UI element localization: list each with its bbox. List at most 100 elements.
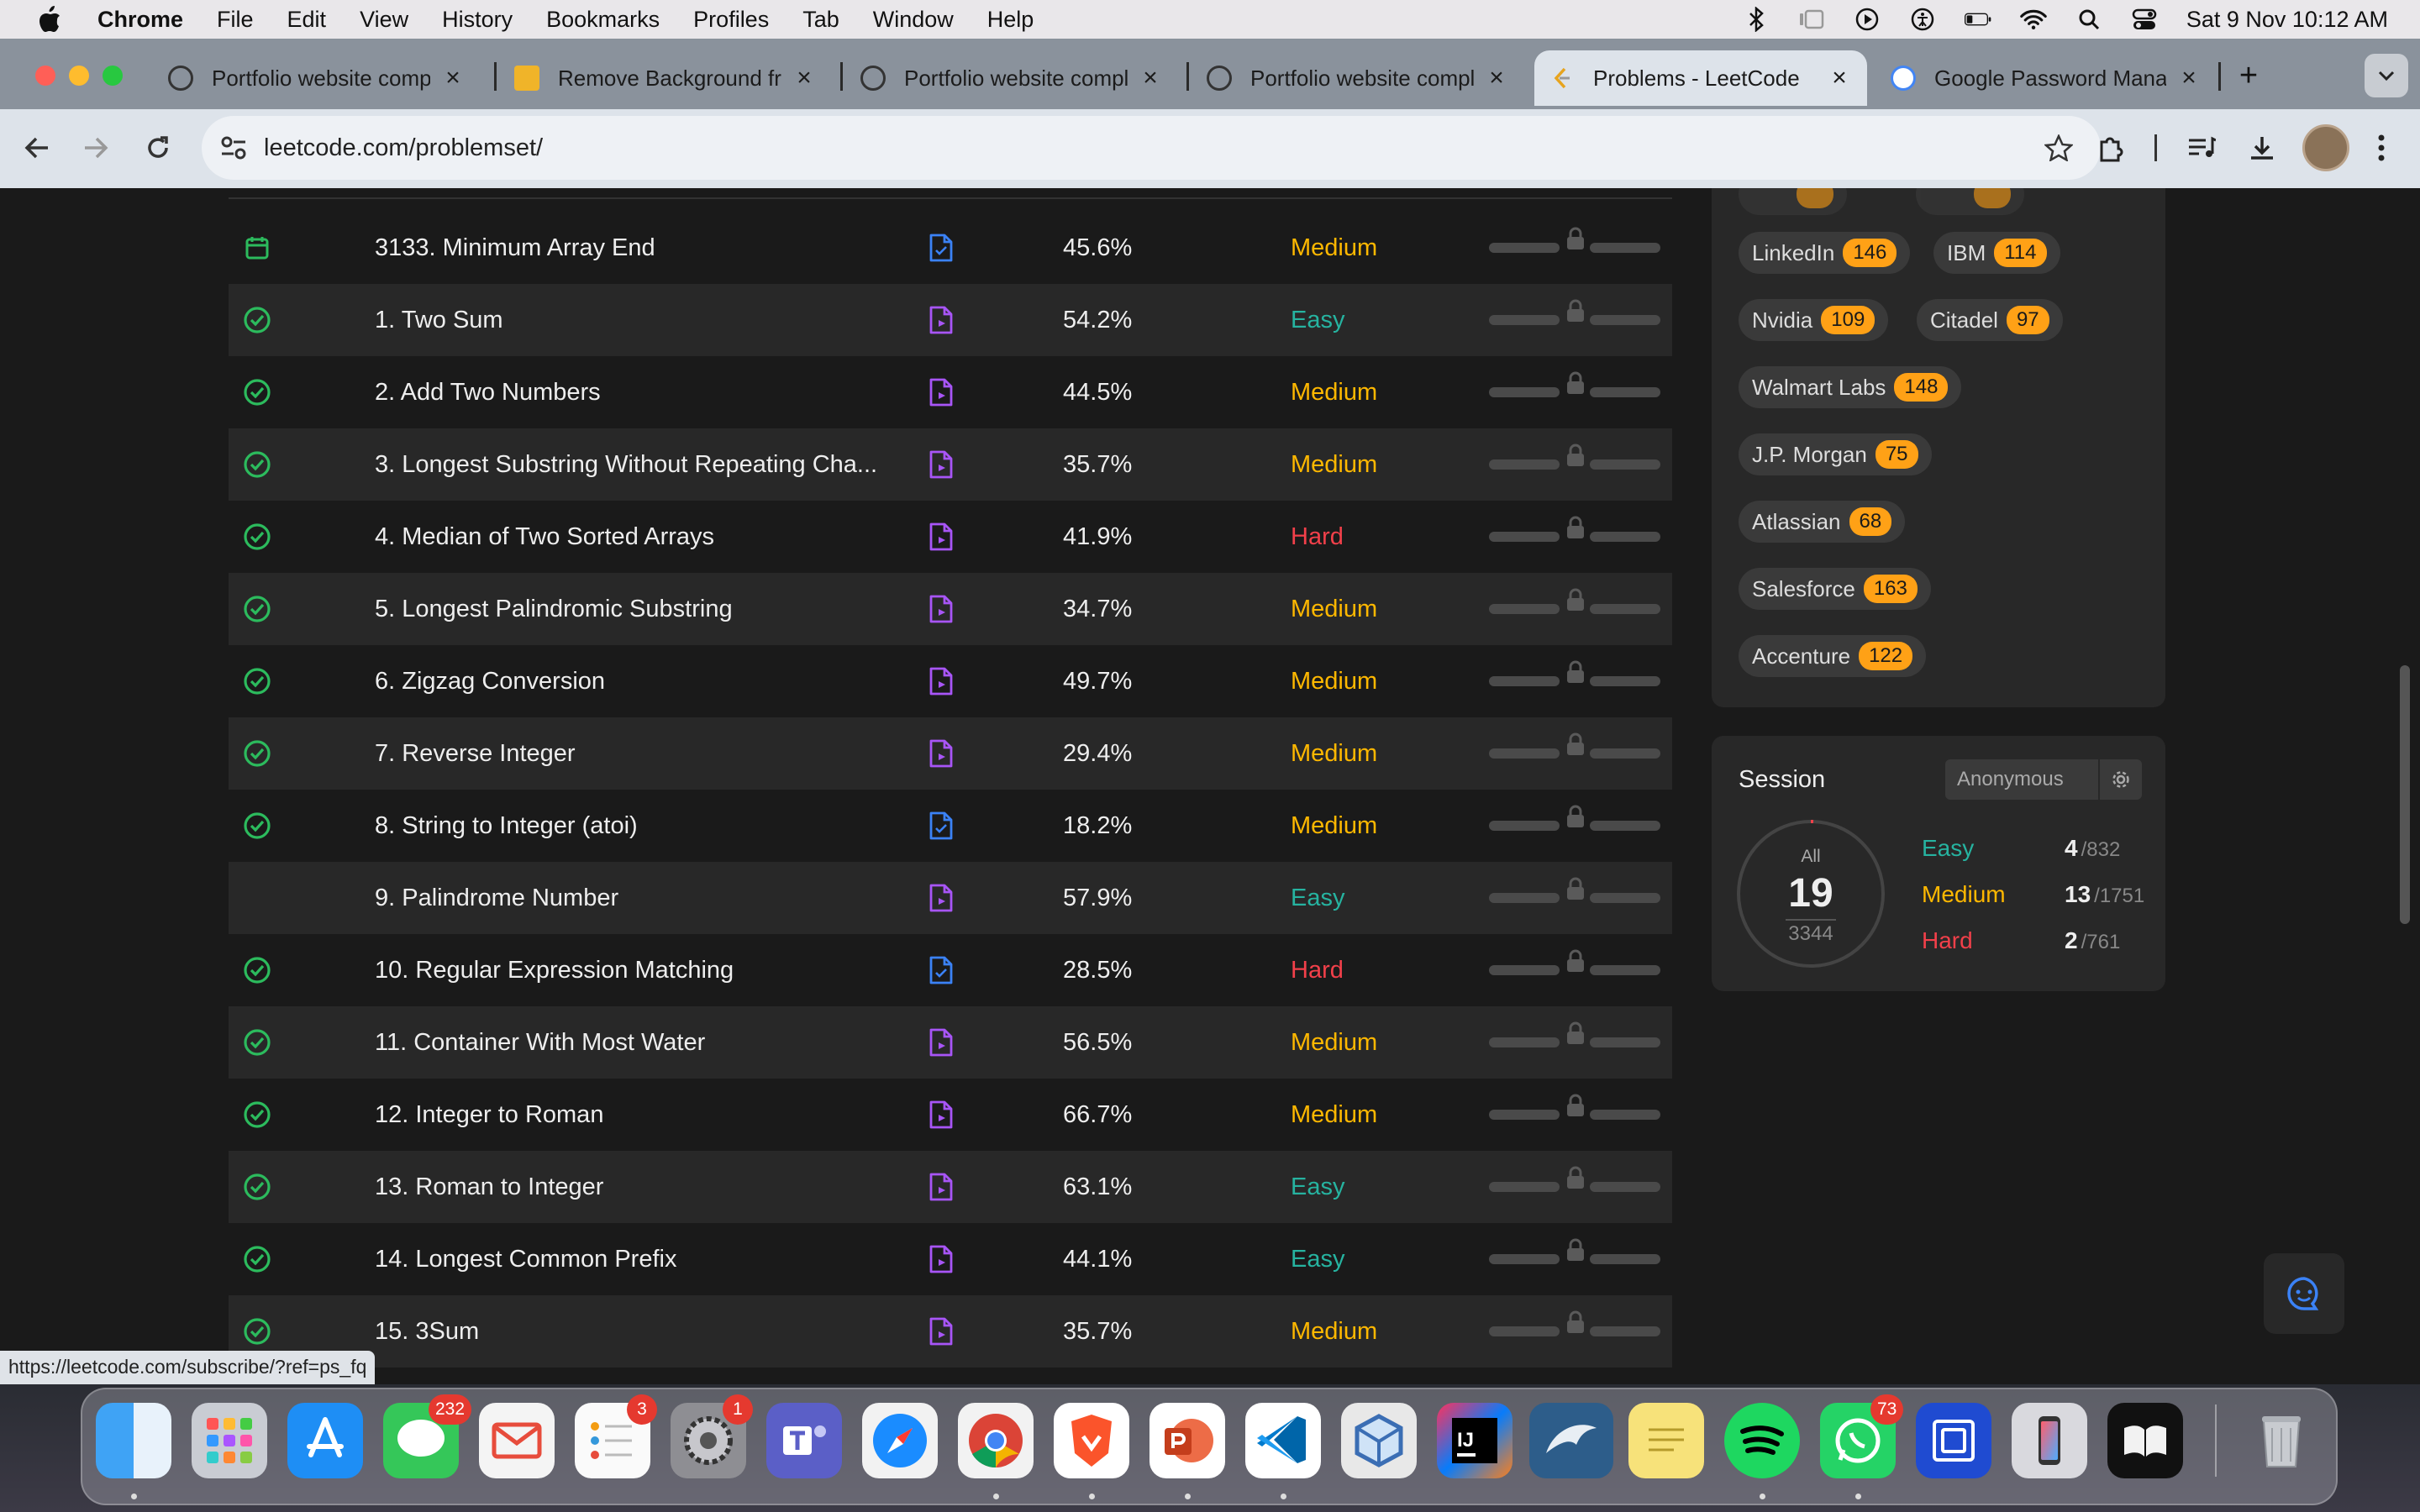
trash-icon[interactable] bbox=[2244, 1403, 2319, 1478]
solution-document-icon[interactable] bbox=[928, 1244, 955, 1274]
solution-document-icon[interactable] bbox=[928, 811, 955, 841]
reload-button[interactable] bbox=[138, 128, 178, 168]
menu-app-name[interactable]: Chrome bbox=[97, 7, 183, 33]
problem-title-link[interactable]: 9. Palindrome Number bbox=[375, 885, 618, 912]
bookmark-star-icon[interactable] bbox=[2039, 128, 2079, 168]
iphone-mirroring-icon[interactable] bbox=[2012, 1403, 2087, 1478]
solution-document-icon[interactable] bbox=[928, 1172, 955, 1202]
company-tag-chip[interactable]: LinkedIn 146 bbox=[1739, 232, 1911, 274]
page-scrollbar[interactable] bbox=[2400, 665, 2410, 924]
now-playing-icon[interactable] bbox=[1854, 6, 1881, 33]
frequency-bar-locked[interactable] bbox=[1489, 1166, 1660, 1192]
intellij-icon[interactable]: IJ bbox=[1437, 1403, 1512, 1478]
tab-close-icon[interactable]: × bbox=[1484, 64, 1509, 92]
solution-document-icon[interactable] bbox=[928, 594, 955, 624]
screenshot-utility-icon[interactable] bbox=[1916, 1403, 1991, 1478]
wifi-icon[interactable] bbox=[2020, 6, 2047, 33]
frequency-bar-locked[interactable] bbox=[1489, 660, 1660, 686]
app-store-icon[interactable] bbox=[287, 1403, 363, 1478]
problem-row[interactable]: 9. Palindrome Number 57.9% Easy bbox=[229, 862, 1672, 934]
company-tag-chip[interactable]: Walmart Labs 148 bbox=[1739, 366, 1962, 408]
problem-row[interactable]: 10. Regular Expression Matching 28.5% Hard bbox=[229, 934, 1672, 1006]
control-center-icon[interactable] bbox=[2131, 6, 2158, 33]
problem-title-link[interactable]: 10. Regular Expression Matching bbox=[375, 957, 734, 984]
tab-portfolio-2[interactable]: Portfolio website compl × bbox=[845, 50, 1178, 106]
accessibility-icon[interactable] bbox=[1909, 6, 1936, 33]
brave-icon[interactable] bbox=[1054, 1403, 1129, 1478]
menu-view[interactable]: View bbox=[360, 7, 408, 33]
problem-row[interactable]: 14. Longest Common Prefix 44.1% Easy bbox=[229, 1223, 1672, 1295]
solution-document-icon[interactable] bbox=[928, 666, 955, 696]
problem-title-link[interactable]: 6. Zigzag Conversion bbox=[375, 668, 605, 696]
frequency-bar-locked[interactable] bbox=[1489, 732, 1660, 759]
problem-title-link[interactable]: 4. Median of Two Sorted Arrays bbox=[375, 523, 714, 551]
forward-button[interactable] bbox=[76, 128, 116, 168]
problem-row[interactable]: 13. Roman to Integer 63.1% Easy bbox=[229, 1151, 1672, 1223]
problem-row[interactable]: 5. Longest Palindromic Substring 34.7% Med… bbox=[229, 573, 1672, 645]
problem-row[interactable]: 11. Container With Most Water 56.5% Medium bbox=[229, 1006, 1672, 1079]
url-text[interactable]: leetcode.com/problemset/ bbox=[264, 134, 543, 162]
virtualbox-icon[interactable] bbox=[1341, 1403, 1417, 1478]
solution-document-icon[interactable] bbox=[928, 1027, 955, 1058]
problem-row[interactable]: 1. Two Sum 54.2% Easy bbox=[229, 284, 1672, 356]
solution-document-icon[interactable] bbox=[928, 883, 955, 913]
menu-bookmarks[interactable]: Bookmarks bbox=[546, 7, 660, 33]
problem-title-link[interactable]: 3133. Minimum Array End bbox=[375, 234, 655, 262]
problem-title-link[interactable]: 7. Reverse Integer bbox=[375, 740, 576, 768]
frequency-bar-locked[interactable] bbox=[1489, 588, 1660, 614]
frequency-bar-locked[interactable] bbox=[1489, 444, 1660, 470]
finder-icon[interactable] bbox=[96, 1403, 171, 1478]
problem-row[interactable]: 3133. Minimum Array End 45.6% Medium bbox=[229, 212, 1672, 284]
problem-row[interactable]: 4. Median of Two Sorted Arrays 41.9% Hard bbox=[229, 501, 1672, 573]
menu-help[interactable]: Help bbox=[987, 7, 1034, 33]
problem-row[interactable]: 3. Longest Substring Without Repeating C… bbox=[229, 428, 1672, 501]
company-tag-chip[interactable]: J.P. Morgan 75 bbox=[1739, 433, 1932, 475]
company-chip-oracle-partial[interactable] bbox=[1739, 188, 1848, 215]
spotlight-search-icon[interactable] bbox=[2075, 6, 2102, 33]
tab-leetcode-problems[interactable]: Problems - LeetCode × bbox=[1534, 50, 1867, 106]
tab-close-icon[interactable]: × bbox=[1138, 64, 1163, 92]
mail-icon[interactable] bbox=[479, 1403, 555, 1478]
tab-portfolio-1[interactable]: Portfolio website compl × bbox=[153, 50, 481, 106]
problem-row[interactable]: 15. 3Sum 35.7% Medium bbox=[229, 1295, 1672, 1368]
solution-document-icon[interactable] bbox=[928, 1316, 955, 1347]
menu-window[interactable]: Window bbox=[873, 7, 954, 33]
minimize-window-button[interactable] bbox=[69, 66, 89, 86]
company-chip-adobe-partial[interactable] bbox=[1916, 188, 2025, 215]
tab-close-icon[interactable]: × bbox=[1827, 64, 1852, 92]
spotify-icon[interactable] bbox=[1724, 1403, 1800, 1478]
menu-file[interactable]: File bbox=[217, 7, 254, 33]
tab-portfolio-3[interactable]: Portfolio website compl × bbox=[1192, 50, 1524, 106]
problem-row[interactable]: 8. String to Integer (atoi) 18.2% Medium bbox=[229, 790, 1672, 862]
bluetooth-icon[interactable] bbox=[1743, 6, 1770, 33]
company-tag-chip[interactable]: Atlassian 68 bbox=[1739, 501, 1906, 543]
stickies-icon[interactable] bbox=[1628, 1403, 1704, 1478]
problem-title-link[interactable]: 5. Longest Palindromic Substring bbox=[375, 596, 733, 623]
frequency-bar-locked[interactable] bbox=[1489, 805, 1660, 831]
tab-remove-background[interactable]: Remove Background fro × bbox=[499, 50, 832, 106]
company-tag-chip[interactable]: Salesforce 163 bbox=[1739, 568, 1931, 610]
tab-close-icon[interactable]: × bbox=[792, 64, 817, 92]
solution-document-icon[interactable] bbox=[928, 955, 955, 985]
close-window-button[interactable] bbox=[35, 66, 55, 86]
company-tag-chip[interactable]: Accenture 122 bbox=[1739, 635, 1927, 677]
problem-title-link[interactable]: 1. Two Sum bbox=[375, 307, 503, 334]
solution-document-icon[interactable] bbox=[928, 738, 955, 769]
frequency-bar-locked[interactable] bbox=[1489, 371, 1660, 397]
clock[interactable]: Sat 9 Nov 10:12 AM bbox=[2186, 7, 2388, 33]
powerpoint-icon[interactable] bbox=[1150, 1403, 1225, 1478]
launchpad-icon[interactable] bbox=[192, 1403, 267, 1478]
problem-row[interactable]: 2. Add Two Numbers 44.5% Medium bbox=[229, 356, 1672, 428]
maximize-window-button[interactable] bbox=[103, 66, 123, 86]
menu-profiles[interactable]: Profiles bbox=[693, 7, 769, 33]
problem-row[interactable]: 7. Reverse Integer 29.4% Medium bbox=[229, 717, 1672, 790]
frequency-bar-locked[interactable] bbox=[1489, 1310, 1660, 1336]
stage-manager-icon[interactable] bbox=[1798, 6, 1825, 33]
address-bar[interactable]: leetcode.com/problemset/ bbox=[202, 116, 2101, 180]
problem-title-link[interactable]: 13. Roman to Integer bbox=[375, 1173, 603, 1201]
solution-document-icon[interactable] bbox=[928, 449, 955, 480]
session-settings-button[interactable] bbox=[2100, 759, 2142, 800]
profile-avatar[interactable] bbox=[2302, 124, 2349, 171]
safari-icon[interactable] bbox=[862, 1403, 938, 1478]
extensions-icon[interactable] bbox=[2091, 128, 2131, 168]
